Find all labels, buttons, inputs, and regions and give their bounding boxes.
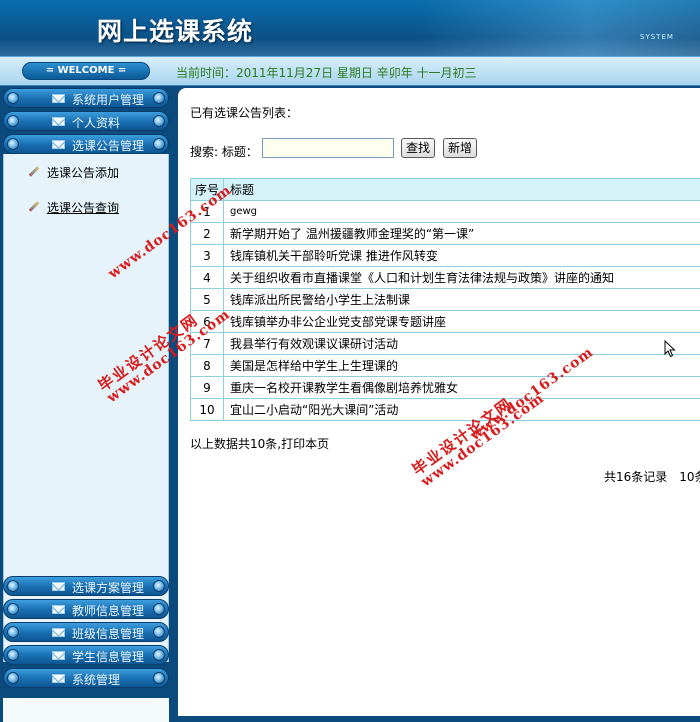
row-number: 10	[190, 398, 224, 421]
bullet-icon	[153, 115, 165, 127]
mail-icon	[52, 674, 65, 683]
menu-item-teacher-info[interactable]: 教师信息管理	[3, 599, 169, 619]
row-title[interactable]: gewg	[223, 200, 700, 223]
row-title[interactable]: 重庆一名校开课教学生看偶像剧培养忧雅女	[223, 376, 700, 399]
app-header: 网上选课系统 SYSTEM	[0, 0, 700, 56]
table-header-row: 序号 标题	[190, 178, 700, 201]
row-number: 2	[190, 222, 224, 245]
submenu-item-add-notice[interactable]: 选课公告添加	[26, 164, 119, 181]
row-title[interactable]: 钱库镇机关干部聆听党课 推进作风转变	[223, 244, 700, 267]
bullet-icon	[7, 138, 19, 150]
table-row[interactable]: 8 美国是怎样给中学生上生理课的	[190, 354, 700, 377]
bullet-icon	[7, 115, 19, 127]
app-title: 网上选课系统	[97, 17, 254, 46]
search-button[interactable]: 查找	[401, 138, 435, 158]
pagination-info: 共16条记录 10条	[604, 470, 700, 484]
bullet-icon	[153, 672, 165, 684]
welcome-badge: = WELCOME =	[22, 62, 150, 80]
bullet-icon	[7, 580, 19, 592]
row-number: 8	[190, 354, 224, 377]
table-row[interactable]: 3 钱库镇机关干部聆听党课 推进作风转变	[190, 244, 700, 267]
mail-icon	[52, 605, 65, 614]
bullet-icon	[153, 92, 165, 104]
menu-item-label: 选课公告管理	[72, 139, 145, 153]
bullet-icon	[153, 626, 165, 638]
table-row[interactable]: 10 宜山二小启动“阳光大课间”活动	[190, 398, 700, 421]
menu-item-label: 班级信息管理	[72, 627, 145, 641]
row-number: 4	[190, 266, 224, 289]
menu-item-system-users[interactable]: 系统用户管理	[3, 88, 169, 108]
sidebar: 系统用户管理 个人资料 选课公告管理 选课公告添加 选课公告查询 选课方案管理 …	[0, 86, 172, 722]
current-time: 当前时间：2011年11月27日 星期日 辛卯年 十一月初三	[176, 66, 477, 80]
row-title[interactable]: 美国是怎样给中学生上生理课的	[223, 354, 700, 377]
main-panel: 已有选课公告列表： 搜索: 标题： 查找 新增 序号 标题 1 gewg 2 新…	[178, 88, 700, 716]
menu-item-course-plan[interactable]: 选课方案管理	[3, 576, 169, 596]
row-title[interactable]: 新学期开始了 温州援疆教师金理奖的“第一课”	[223, 222, 700, 245]
menu-item-student-info[interactable]: 学生信息管理	[3, 645, 169, 665]
menu-item-course-notice[interactable]: 选课公告管理	[3, 134, 169, 154]
sidebar-footer	[3, 698, 169, 722]
menu-item-label: 学生信息管理	[72, 650, 145, 664]
table-row[interactable]: 9 重庆一名校开课教学生看偶像剧培养忧雅女	[190, 376, 700, 399]
mail-icon	[52, 628, 65, 637]
pencil-icon	[26, 166, 40, 178]
table-row[interactable]: 2 新学期开始了 温州援疆教师金理奖的“第一课”	[190, 222, 700, 245]
row-title[interactable]: 钱库镇举办非公企业党支部党课专题讲座	[223, 310, 700, 333]
mail-icon	[52, 582, 65, 591]
mail-icon	[52, 117, 65, 126]
bullet-icon	[7, 626, 19, 638]
pencil-icon	[26, 201, 40, 213]
row-number: 9	[190, 376, 224, 399]
mouse-pointer-icon	[664, 340, 676, 358]
menu-item-system-admin[interactable]: 系统管理	[3, 668, 169, 688]
menu-item-profile[interactable]: 个人资料	[3, 111, 169, 131]
table-row[interactable]: 6 钱库镇举办非公企业党支部党课专题讲座	[190, 310, 700, 333]
menu-item-label: 个人资料	[72, 116, 121, 130]
mail-icon	[52, 651, 65, 660]
submenu-item-label: 选课公告添加	[47, 166, 120, 180]
row-title[interactable]: 宜山二小启动“阳光大课间”活动	[223, 398, 700, 421]
row-title[interactable]: 钱库派出所民警给小学生上法制课	[223, 288, 700, 311]
menu-item-class-info[interactable]: 班级信息管理	[3, 622, 169, 642]
bullet-icon	[7, 672, 19, 684]
add-button[interactable]: 新增	[443, 138, 477, 158]
status-bar: = WELCOME = 当前时间：2011年11月27日 星期日 辛卯年 十一月…	[0, 56, 700, 86]
menu-item-label: 选课方案管理	[72, 581, 145, 595]
row-title[interactable]: 我县举行有效观课议课研讨活动	[223, 332, 700, 355]
row-title[interactable]: 关于组织收看市直播课堂《人口和计划生育法律法规与政策》讲座的通知	[223, 266, 700, 289]
column-header-title: 标题	[223, 178, 700, 201]
title-search-input[interactable]	[262, 138, 394, 158]
table-row[interactable]: 1 gewg	[190, 200, 700, 223]
mail-icon	[52, 140, 65, 149]
bullet-icon	[153, 138, 165, 150]
table-row[interactable]: 4 关于组织收看市直播课堂《人口和计划生育法律法规与政策》讲座的通知	[190, 266, 700, 289]
menu-item-label: 系统管理	[72, 673, 121, 687]
notice-table: 序号 标题 1 gewg 2 新学期开始了 温州援疆教师金理奖的“第一课” 3 …	[190, 178, 700, 421]
mail-icon	[52, 94, 65, 103]
list-title: 已有选课公告列表：	[190, 106, 299, 120]
system-tag: SYSTEM	[640, 33, 674, 41]
table-row[interactable]: 5 钱库派出所民警给小学生上法制课	[190, 288, 700, 311]
row-number: 3	[190, 244, 224, 267]
record-summary: 以上数据共10条,打印本页	[190, 437, 330, 451]
bullet-icon	[153, 649, 165, 661]
bullet-icon	[7, 649, 19, 661]
bullet-icon	[7, 603, 19, 615]
submenu-item-label: 选课公告查询	[47, 201, 120, 215]
submenu-item-query-notice[interactable]: 选课公告查询	[26, 199, 119, 216]
bullet-icon	[153, 603, 165, 615]
table-row[interactable]: 7 我县举行有效观课议课研讨活动	[190, 332, 700, 355]
menu-item-label: 教师信息管理	[72, 604, 145, 618]
menu-item-label: 系统用户管理	[72, 93, 145, 107]
bullet-icon	[7, 92, 19, 104]
bullet-icon	[153, 580, 165, 592]
search-label: 搜索: 标题：	[190, 145, 258, 159]
